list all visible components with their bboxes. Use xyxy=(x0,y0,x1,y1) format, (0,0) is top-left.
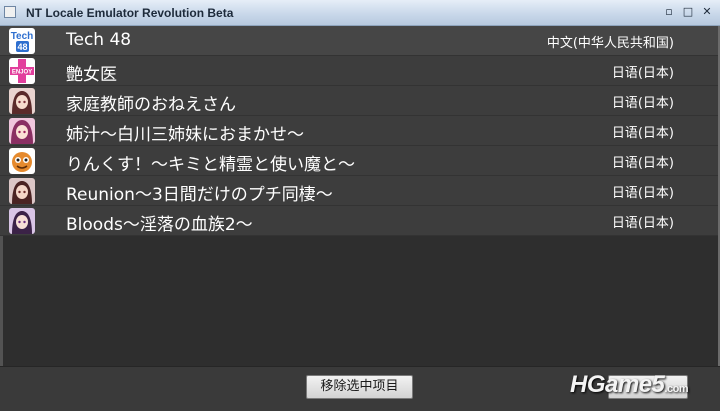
program-locale: 日语(日本) xyxy=(611,186,674,201)
anime-portrait-icon xyxy=(9,88,35,114)
program-locale: 日语(日本) xyxy=(611,96,674,111)
svg-text:ENJOY: ENJOY xyxy=(12,70,32,76)
watermark-suffix: .com xyxy=(664,383,689,395)
svg-text:48: 48 xyxy=(17,42,27,52)
program-list[interactable]: Tech 48 Tech 48 中文(中华人民共和国) ENJOY 艶女医 日语… xyxy=(0,26,720,236)
anime-portrait-icon xyxy=(9,208,35,234)
program-name: Tech 48 xyxy=(66,30,132,50)
list-item[interactable]: Bloods～淫落の血族2～ 日语(日本) xyxy=(0,206,718,236)
app-icon xyxy=(4,6,16,18)
program-locale: 日语(日本) xyxy=(611,216,674,231)
program-locale: 日语(日本) xyxy=(611,66,674,81)
mascot-face-icon xyxy=(9,148,35,174)
program-locale: 日语(日本) xyxy=(611,156,674,171)
program-name: 姉汁～白川三姉妹におまかせ～ xyxy=(66,125,304,145)
enjoy-logo-icon: ENJOY xyxy=(9,58,35,84)
program-locale: 日语(日本) xyxy=(611,126,674,141)
watermark-text: HGame5 xyxy=(570,371,665,398)
maximize-button[interactable]: □ xyxy=(681,5,695,19)
list-item[interactable]: 家庭教師のおねえさん 日语(日本) xyxy=(0,86,718,116)
tech48-logo-icon: Tech 48 xyxy=(9,28,35,54)
program-locale: 中文(中华人民共和国) xyxy=(546,36,674,51)
title-bar[interactable]: NT Locale Emulator Revolution Beta ▫ □ ✕ xyxy=(0,0,720,26)
program-name: Reunion～3日間だけのプチ同棲～ xyxy=(66,185,333,205)
minimize-button[interactable]: ▫ xyxy=(662,5,676,19)
watermark-logo: HGame5.com xyxy=(570,371,689,399)
list-item[interactable]: 姉汁～白川三姉妹におまかせ～ 日语(日本) xyxy=(0,116,718,146)
program-name: Bloods～淫落の血族2～ xyxy=(66,215,253,235)
program-name: りんくす！～キミと精霊と使い魔と～ xyxy=(66,155,355,175)
svg-text:Tech: Tech xyxy=(11,31,34,42)
footer-bar: 移除选中项目 HGame5.com xyxy=(0,366,720,411)
remove-selected-button[interactable]: 移除选中项目 xyxy=(306,375,413,399)
program-name: 家庭教師のおねえさん xyxy=(66,95,236,115)
program-name: 艶女医 xyxy=(66,65,117,85)
list-item[interactable]: Reunion～3日間だけのプチ同棲～ 日语(日本) xyxy=(0,176,718,206)
anime-portrait-icon xyxy=(9,118,35,144)
close-button[interactable]: ✕ xyxy=(700,5,714,19)
list-item[interactable]: りんくす！～キミと精霊と使い魔と～ 日语(日本) xyxy=(0,146,718,176)
list-item[interactable]: Tech 48 Tech 48 中文(中华人民共和国) xyxy=(0,26,718,56)
list-item[interactable]: ENJOY 艶女医 日语(日本) xyxy=(0,56,718,86)
window-title: NT Locale Emulator Revolution Beta xyxy=(26,6,234,20)
anime-portrait-icon xyxy=(9,178,35,204)
